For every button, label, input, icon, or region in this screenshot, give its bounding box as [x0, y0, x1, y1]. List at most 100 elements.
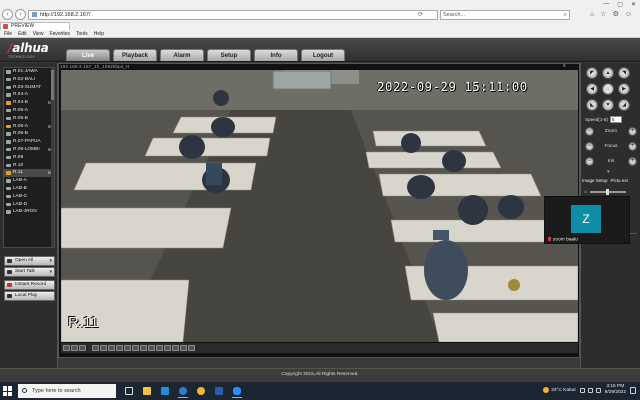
layout-4-icon[interactable]: [100, 345, 107, 351]
zoom-in-icon[interactable]: [148, 345, 155, 351]
windows-start-icon[interactable]: [3, 386, 13, 396]
speed-select[interactable]: 5: [609, 116, 622, 123]
quad-view-icon[interactable]: [71, 345, 78, 351]
browser-menu-item[interactable]: View: [33, 30, 44, 38]
ptz-down-icon[interactable]: ▼: [602, 99, 614, 111]
channel-item[interactable]: R.06-B: [4, 130, 54, 138]
magnifier-icon[interactable]: ⌕: [564, 11, 567, 19]
chevron-down-icon[interactable]: ▾: [49, 268, 52, 276]
tab-playback[interactable]: Playback: [113, 49, 157, 61]
channel-item[interactable]: R.04-BM: [4, 99, 54, 107]
ratio-icon[interactable]: [180, 345, 187, 351]
ptz-left-icon[interactable]: ◀: [586, 83, 598, 95]
ptz-right-icon[interactable]: ▶: [618, 83, 630, 95]
channel-item[interactable]: LAB-D: [4, 201, 54, 209]
start-talk-button[interactable]: Start Talk ▾: [4, 267, 55, 277]
channel-item[interactable]: R.06-AM: [4, 123, 54, 131]
tour-icon[interactable]: [172, 345, 179, 351]
channel-item[interactable]: R.08-LOMBIM: [4, 146, 54, 154]
back-icon[interactable]: ‹: [2, 9, 13, 20]
instant-record-button[interactable]: Instant Record: [4, 280, 55, 290]
zoom-in-button[interactable]: +: [627, 127, 637, 136]
ptz-up-left-icon[interactable]: ◤: [586, 67, 598, 79]
tab-alarm[interactable]: Alarm: [160, 49, 204, 61]
tab-setup[interactable]: Setup: [207, 49, 251, 61]
browser-menu-item[interactable]: Edit: [18, 30, 27, 38]
notification-icon[interactable]: [630, 386, 636, 394]
channel-item[interactable]: R.05-A: [4, 107, 54, 115]
ptz-down-left-icon[interactable]: ◣: [586, 99, 598, 111]
chevron-down-icon[interactable]: ▾: [49, 257, 52, 265]
taskbar-search-input[interactable]: Type here to search: [18, 384, 116, 398]
browser-menu-item[interactable]: Help: [94, 30, 104, 38]
stream-type-icon[interactable]: [156, 345, 163, 351]
home-icon[interactable]: ⌂: [590, 10, 594, 20]
tab-logout[interactable]: Logout: [301, 49, 345, 61]
file-explorer-icon[interactable]: [140, 384, 154, 398]
channel-item[interactable]: LAB-JRGN: [4, 208, 54, 216]
image-setup-tab[interactable]: Image Setup: [582, 178, 608, 188]
channel-item[interactable]: LAB-C: [4, 193, 54, 201]
channel-item[interactable]: R.11M: [4, 169, 54, 178]
task-view-icon[interactable]: [122, 384, 136, 398]
focus-near-button[interactable]: −: [585, 142, 594, 151]
open-all-button[interactable]: Open All ▾: [4, 256, 55, 266]
smiley-feedback-icon[interactable]: ☺: [625, 10, 632, 20]
forward-icon[interactable]: ›: [15, 9, 26, 20]
favorites-star-icon[interactable]: ☆: [600, 10, 606, 20]
taskbar-clock[interactable]: 3:15 PM 9/29/2022: [605, 384, 626, 396]
ptz-up-right-icon[interactable]: ◥: [618, 67, 630, 79]
fullscreen-icon[interactable]: [79, 345, 86, 351]
channel-item[interactable]: R.01-JAWA: [4, 68, 54, 76]
zoom-app-icon[interactable]: [230, 384, 244, 398]
browser-menu-item[interactable]: Favorites: [49, 30, 70, 38]
layout-1-icon[interactable]: [92, 345, 99, 351]
word-icon[interactable]: [212, 384, 226, 398]
zoom-out-button[interactable]: −: [585, 127, 594, 136]
channel-item[interactable]: R.05-B: [4, 115, 54, 123]
channel-item[interactable]: R.10: [4, 162, 54, 170]
audio-icon[interactable]: [140, 345, 147, 351]
weather-widget[interactable]: 33°C Kabut: [543, 387, 576, 393]
maximize-icon[interactable]: ▢: [617, 1, 623, 8]
volume-icon[interactable]: [587, 387, 593, 393]
ptz-setup-tab[interactable]: Pictu ext: [611, 178, 628, 188]
brightness-slider[interactable]: [589, 189, 626, 195]
address-bar[interactable]: http://192.168.2.167/: [28, 10, 438, 20]
channel-item[interactable]: R.03-SUMAT: [4, 84, 54, 92]
close-video-icon[interactable]: x: [563, 63, 566, 69]
ptz-up-icon[interactable]: ▲: [602, 67, 614, 79]
tab-live[interactable]: Live: [66, 49, 110, 61]
refresh-icon[interactable]: ⟳: [418, 12, 423, 18]
ptz-center-icon[interactable]: ⌂: [602, 83, 614, 95]
channel-item[interactable]: R.02-BALI: [4, 76, 54, 84]
minimize-icon[interactable]: —: [603, 1, 609, 8]
network-icon[interactable]: [579, 387, 585, 393]
single-view-icon[interactable]: [63, 345, 70, 351]
record-icon[interactable]: [132, 345, 139, 351]
close-window-icon[interactable]: ✕: [631, 1, 636, 8]
ptz-down-right-icon[interactable]: ◢: [618, 99, 630, 111]
channel-item[interactable]: R.04-A: [4, 91, 54, 99]
channel-list-scrollbar[interactable]: [51, 68, 54, 247]
channel-item[interactable]: R.07-PAPUA: [4, 138, 54, 146]
mail-icon[interactable]: [158, 384, 172, 398]
slider-knob[interactable]: [605, 189, 609, 195]
edge-browser-icon[interactable]: [176, 384, 190, 398]
tab-info[interactable]: Info: [254, 49, 298, 61]
channel-item[interactable]: LAB-A: [4, 177, 54, 185]
layout-9-icon[interactable]: [108, 345, 115, 351]
camera-video-feed[interactable]: 2022-09-29 15:11:00 R.11: [61, 70, 578, 342]
close-all-icon[interactable]: [164, 345, 171, 351]
channel-item[interactable]: LAB-B: [4, 185, 54, 193]
iris-close-button[interactable]: −: [585, 157, 594, 166]
local-play-button[interactable]: Local Play: [4, 291, 55, 301]
collapse-arrow-icon[interactable]: ▾: [607, 169, 610, 175]
channel-item[interactable]: R.09: [4, 154, 54, 162]
chrome-browser-icon[interactable]: [194, 384, 208, 398]
focus-far-button[interactable]: +: [627, 142, 637, 151]
zoom-meeting-tile[interactable]: Z zoom baalo: [544, 196, 630, 244]
smart-icon[interactable]: [188, 345, 195, 351]
browser-menu-item[interactable]: File: [4, 30, 12, 38]
settings-gear-icon[interactable]: ⚙: [613, 10, 619, 20]
